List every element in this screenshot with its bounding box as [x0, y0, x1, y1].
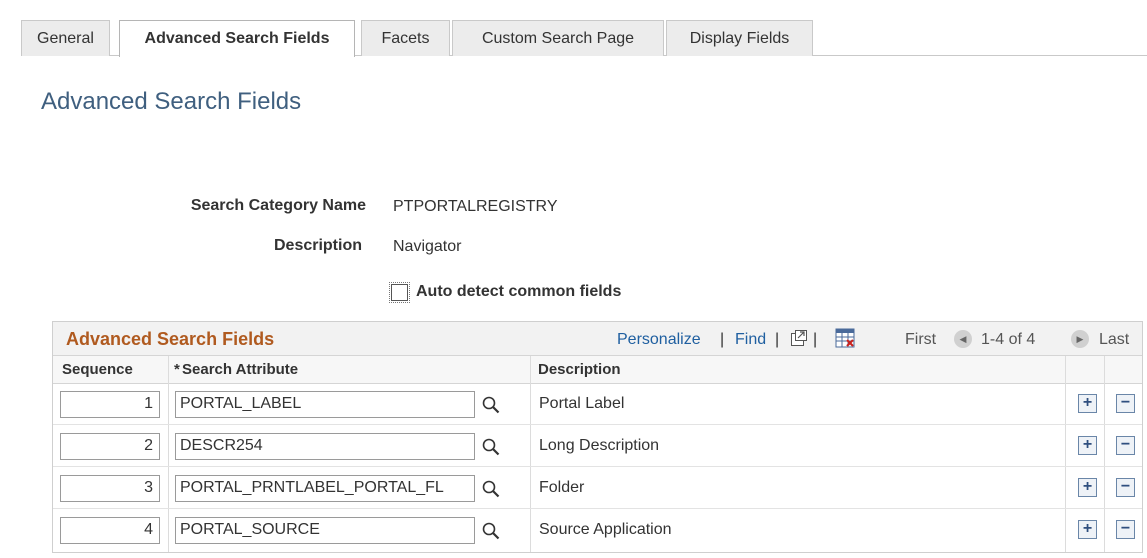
sequence-input[interactable]: 3	[60, 475, 160, 502]
table-row: 3 PORTAL_PRNTLABEL_PORTAL_FL Folder + −	[53, 468, 1142, 509]
separator: |	[813, 331, 818, 348]
description-cell: Portal Label	[539, 395, 625, 412]
last-label: Last	[1099, 331, 1130, 348]
left-arrow-icon[interactable]: ◀	[954, 330, 972, 348]
search-attribute-input[interactable]: PORTAL_PRNTLABEL_PORTAL_FL	[175, 475, 475, 502]
tab-general[interactable]: General	[21, 20, 110, 56]
search-attribute-input[interactable]: PORTAL_SOURCE	[175, 517, 475, 544]
auto-detect-checkbox[interactable]	[389, 281, 410, 303]
first-label: First	[905, 331, 937, 348]
spreadsheet-download-icon[interactable]	[835, 328, 855, 353]
tab-facets[interactable]: Facets	[361, 20, 450, 56]
search-attribute-input[interactable]: PORTAL_LABEL	[175, 391, 475, 418]
grid-header: Advanced Search Fields Personalize | Fin…	[53, 322, 1142, 356]
magnifier-icon[interactable]	[481, 395, 501, 415]
column-header-row: Sequence * Search Attribute Description	[53, 356, 1142, 384]
search-attribute-input[interactable]: DESCR254	[175, 433, 475, 460]
tab-bar: General Advanced Search Fields Facets Cu…	[21, 20, 1147, 57]
search-category-name-value: PTPORTALREGISTRY	[393, 198, 558, 215]
column-description: Description	[538, 361, 621, 378]
grid-title: Advanced Search Fields	[66, 329, 275, 349]
magnifier-icon[interactable]	[481, 437, 501, 457]
magnifier-icon[interactable]	[481, 479, 501, 499]
separator: |	[720, 331, 725, 348]
description-cell: Source Application	[539, 521, 672, 538]
column-search-attribute: Search Attribute	[182, 361, 299, 378]
new-window-icon[interactable]	[790, 329, 808, 352]
delete-row-button[interactable]: −	[1116, 520, 1135, 539]
tab-display-fields[interactable]: Display Fields	[666, 20, 813, 56]
delete-row-button[interactable]: −	[1116, 394, 1135, 413]
description-value: Navigator	[393, 238, 462, 255]
personalize-link[interactable]: Personalize	[617, 331, 701, 349]
tab-advanced-search-fields[interactable]: Advanced Search Fields	[119, 20, 355, 57]
sequence-input[interactable]: 4	[60, 517, 160, 544]
page-title: Advanced Search Fields	[41, 88, 302, 115]
description-label: Description	[273, 237, 362, 254]
table-row: 2 DESCR254 Long Description + −	[53, 426, 1142, 467]
add-row-button[interactable]: +	[1078, 436, 1097, 455]
column-sequence: Sequence	[62, 361, 133, 378]
add-row-button[interactable]: +	[1078, 478, 1097, 497]
auto-detect-label[interactable]: Auto detect common fields	[416, 283, 621, 301]
tab-custom-search-page[interactable]: Custom Search Page	[452, 20, 664, 56]
row-range: 1-4 of 4	[981, 331, 1036, 348]
add-row-button[interactable]: +	[1078, 394, 1097, 413]
table-row: 1 PORTAL_LABEL Portal Label + −	[53, 384, 1142, 425]
sequence-input[interactable]: 1	[60, 391, 160, 418]
find-link[interactable]: Find	[735, 331, 766, 349]
right-arrow-icon[interactable]: ▶	[1071, 330, 1089, 348]
sequence-input[interactable]: 2	[60, 433, 160, 460]
delete-row-button[interactable]: −	[1116, 478, 1135, 497]
search-category-name-label: Search Category Name	[190, 197, 366, 214]
description-cell: Long Description	[539, 437, 660, 454]
delete-row-button[interactable]: −	[1116, 436, 1135, 455]
table-row: 4 PORTAL_SOURCE Source Application + −	[53, 510, 1142, 551]
separator: |	[775, 331, 780, 348]
magnifier-icon[interactable]	[481, 521, 501, 541]
advanced-search-fields-grid: Advanced Search Fields Personalize | Fin…	[52, 321, 1143, 553]
description-cell: Folder	[539, 479, 585, 496]
required-mark: *	[174, 361, 180, 378]
auto-detect-control: Auto detect common fields	[389, 281, 621, 303]
add-row-button[interactable]: +	[1078, 520, 1097, 539]
